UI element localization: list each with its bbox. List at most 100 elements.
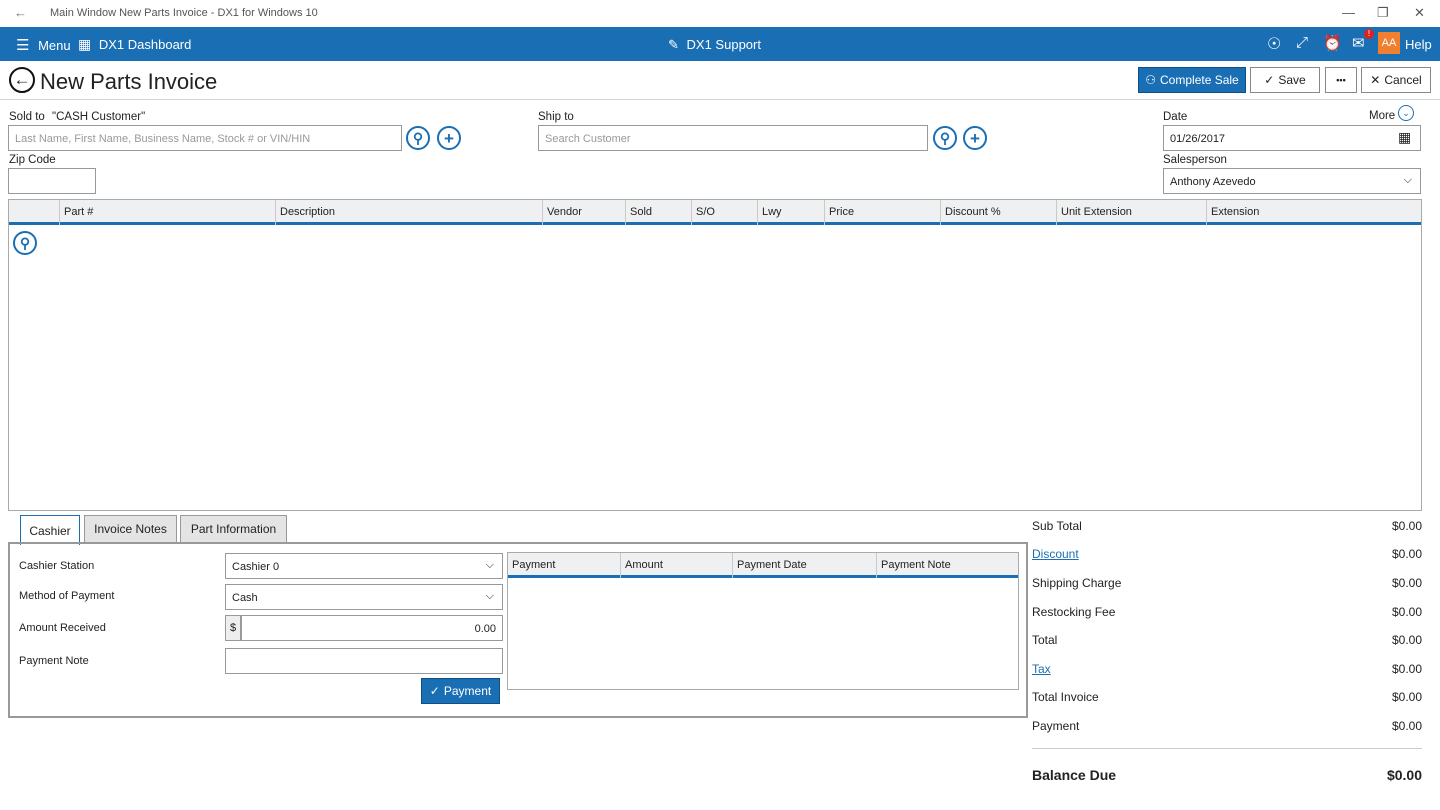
support-button[interactable]: ✎ DX1 Support (668, 37, 761, 53)
grid-col-price[interactable]: Price (824, 200, 940, 225)
summary-value: $0.00 (1391, 633, 1422, 647)
tax-link[interactable]: Tax (1032, 662, 1051, 676)
payment-note-label: Payment Note (19, 655, 89, 667)
menu-button[interactable]: ☰ Menu (16, 36, 71, 54)
ship-to-label: Ship to (538, 111, 574, 123)
cancel-button[interactable]: ✕ Cancel (1361, 67, 1431, 93)
summary-row-balance-due: Balance Due $0.00 (1032, 767, 1422, 783)
summary-row-restocking: Restocking Fee $0.00 (1032, 605, 1422, 619)
summary-row-subtotal: Sub Total $0.00 (1032, 519, 1422, 533)
payment-button-label: Payment (443, 684, 492, 698)
check-icon: ✓ (429, 684, 440, 698)
restore-icon[interactable]: ❐ (1377, 5, 1389, 21)
sold-to-label-text: Sold to (9, 111, 45, 123)
more-options-button[interactable]: ••• (1325, 67, 1357, 93)
expand-icon[interactable]: ⤢ (1296, 34, 1308, 51)
payments-col-amount[interactable]: Amount (620, 553, 732, 578)
tab-invoice-notes[interactable]: Invoice Notes (84, 515, 177, 543)
grid-col-extension[interactable]: Extension (1206, 200, 1421, 225)
date-input[interactable]: 01/26/2017 (1163, 125, 1421, 151)
amount-received-input[interactable]: 0.00 (241, 615, 503, 641)
tab-cashier[interactable]: Cashier (20, 515, 80, 545)
complete-sale-button[interactable]: ⚇ Complete Sale (1138, 67, 1246, 93)
window-back-icon[interactable]: ← (14, 5, 27, 20)
dashboard-grid-icon: ▦ (78, 36, 92, 52)
payment-button[interactable]: ✓ Payment (421, 678, 500, 704)
payments-col-payment[interactable]: Payment (508, 553, 620, 578)
ship-to-search-icon[interactable]: ⚲ (933, 126, 957, 150)
more-label: More (1369, 110, 1396, 122)
part-search-icon[interactable]: ⚲ (13, 231, 37, 255)
payments-grid: Payment Amount Payment Date Payment Note (507, 552, 1019, 690)
save-label: Save (1278, 73, 1306, 87)
amount-received-label: Amount Received (19, 622, 106, 634)
save-button[interactable]: ✓ Save (1250, 67, 1320, 93)
sold-to-search-icon[interactable]: ⚲ (406, 126, 430, 150)
cashier-panel: Cashier Station Cashier 0 ⌵ Method of Pa… (8, 542, 1028, 718)
grid-col-so[interactable]: S/O (691, 200, 757, 225)
summary-label: Total Invoice (1032, 690, 1099, 704)
support-label: DX1 Support (686, 37, 761, 52)
sold-to-label: Sold to "CASH Customer" (9, 111, 145, 123)
chevron-down-circle-icon[interactable]: ⌄ (1398, 105, 1414, 121)
grid-col-discount[interactable]: Discount % (940, 200, 1056, 225)
dashboard-label: DX1 Dashboard (98, 37, 192, 52)
discount-link[interactable]: Discount (1032, 547, 1079, 561)
cancel-label: Cancel (1384, 73, 1422, 87)
back-arrow-icon[interactable]: ← (9, 67, 35, 93)
mail-icon[interactable]: ✉ (1352, 34, 1365, 52)
chevron-down-icon: ⌵ (485, 559, 494, 571)
notification-badge: ! (1364, 29, 1374, 39)
sold-to-search-input[interactable]: Last Name, First Name, Business Name, St… (8, 125, 402, 151)
grid-col-sold[interactable]: Sold (625, 200, 691, 225)
summary-label: Restocking Fee (1032, 605, 1116, 619)
summary-value: $0.00 (1391, 719, 1422, 733)
avatar[interactable]: AA (1378, 32, 1400, 54)
method-of-payment-label: Method of Payment (19, 590, 115, 602)
chevron-down-icon: ⌵ (485, 590, 494, 602)
top-nav-bar: ☰ Menu ▦ DX1 Dashboard ✎ DX1 Support ☉ ⤢… (0, 27, 1440, 61)
compass-icon[interactable]: ☉ (1267, 34, 1281, 54)
summary-row-shipping: Shipping Charge $0.00 (1032, 576, 1422, 590)
currency-symbol: $ (225, 615, 241, 641)
grid-col-vendor[interactable]: Vendor (542, 200, 625, 225)
sold-to-add-icon[interactable]: + (437, 126, 461, 150)
calendar-icon[interactable]: ▦ (1398, 129, 1411, 146)
summary-row-total-invoice: Total Invoice $0.00 (1032, 690, 1422, 704)
minimize-icon[interactable]: — (1342, 5, 1355, 20)
tab-part-information[interactable]: Part Information (180, 515, 287, 543)
close-window-icon[interactable]: ✕ (1414, 5, 1425, 21)
summary-row-total: Total $0.00 (1032, 633, 1422, 647)
summary-label: Sub Total (1032, 519, 1082, 533)
payment-note-input[interactable] (225, 648, 503, 674)
ship-to-add-icon[interactable]: + (963, 126, 987, 150)
window-title: Main Window New Parts Invoice - DX1 for … (50, 7, 318, 19)
grid-col-description[interactable]: Description (275, 200, 542, 225)
summary-value: $0.00 (1391, 519, 1422, 533)
ship-to-search-input[interactable]: Search Customer (538, 125, 928, 151)
window-title-bar: ← Main Window New Parts Invoice - DX1 fo… (0, 0, 1440, 27)
balance-due-value: $0.00 (1386, 767, 1422, 783)
payments-col-date[interactable]: Payment Date (732, 553, 876, 578)
salesperson-select[interactable]: Anthony Azevedo ⌵ (1163, 168, 1421, 194)
summary-value: $0.00 (1391, 662, 1422, 676)
salesperson-label: Salesperson (1163, 154, 1227, 166)
grid-col-lwy[interactable]: Lwy (757, 200, 824, 225)
payments-col-note[interactable]: Payment Note (876, 553, 1018, 578)
zip-code-input[interactable] (8, 168, 96, 194)
alarm-clock-icon[interactable]: ⏰ (1323, 34, 1342, 52)
summary-value: $0.00 (1391, 547, 1422, 561)
dollar-circle-icon: ⚇ (1145, 73, 1157, 87)
dashboard-button[interactable]: ▦ DX1 Dashboard (78, 36, 191, 53)
help-link[interactable]: Help (1405, 37, 1432, 52)
complete-sale-label: Complete Sale (1160, 73, 1239, 87)
more-toggle[interactable]: More (1369, 110, 1395, 122)
summary-divider (1032, 748, 1422, 749)
summary-value: $0.00 (1391, 605, 1422, 619)
parts-grid-header: Part # Description Vendor Sold S/O Lwy P… (9, 200, 1421, 225)
parts-grid: Part # Description Vendor Sold S/O Lwy P… (8, 199, 1422, 511)
cashier-station-select[interactable]: Cashier 0 ⌵ (225, 553, 503, 579)
grid-col-part[interactable]: Part # (59, 200, 275, 225)
method-of-payment-select[interactable]: Cash ⌵ (225, 584, 503, 610)
grid-col-unit-extension[interactable]: Unit Extension (1056, 200, 1206, 225)
